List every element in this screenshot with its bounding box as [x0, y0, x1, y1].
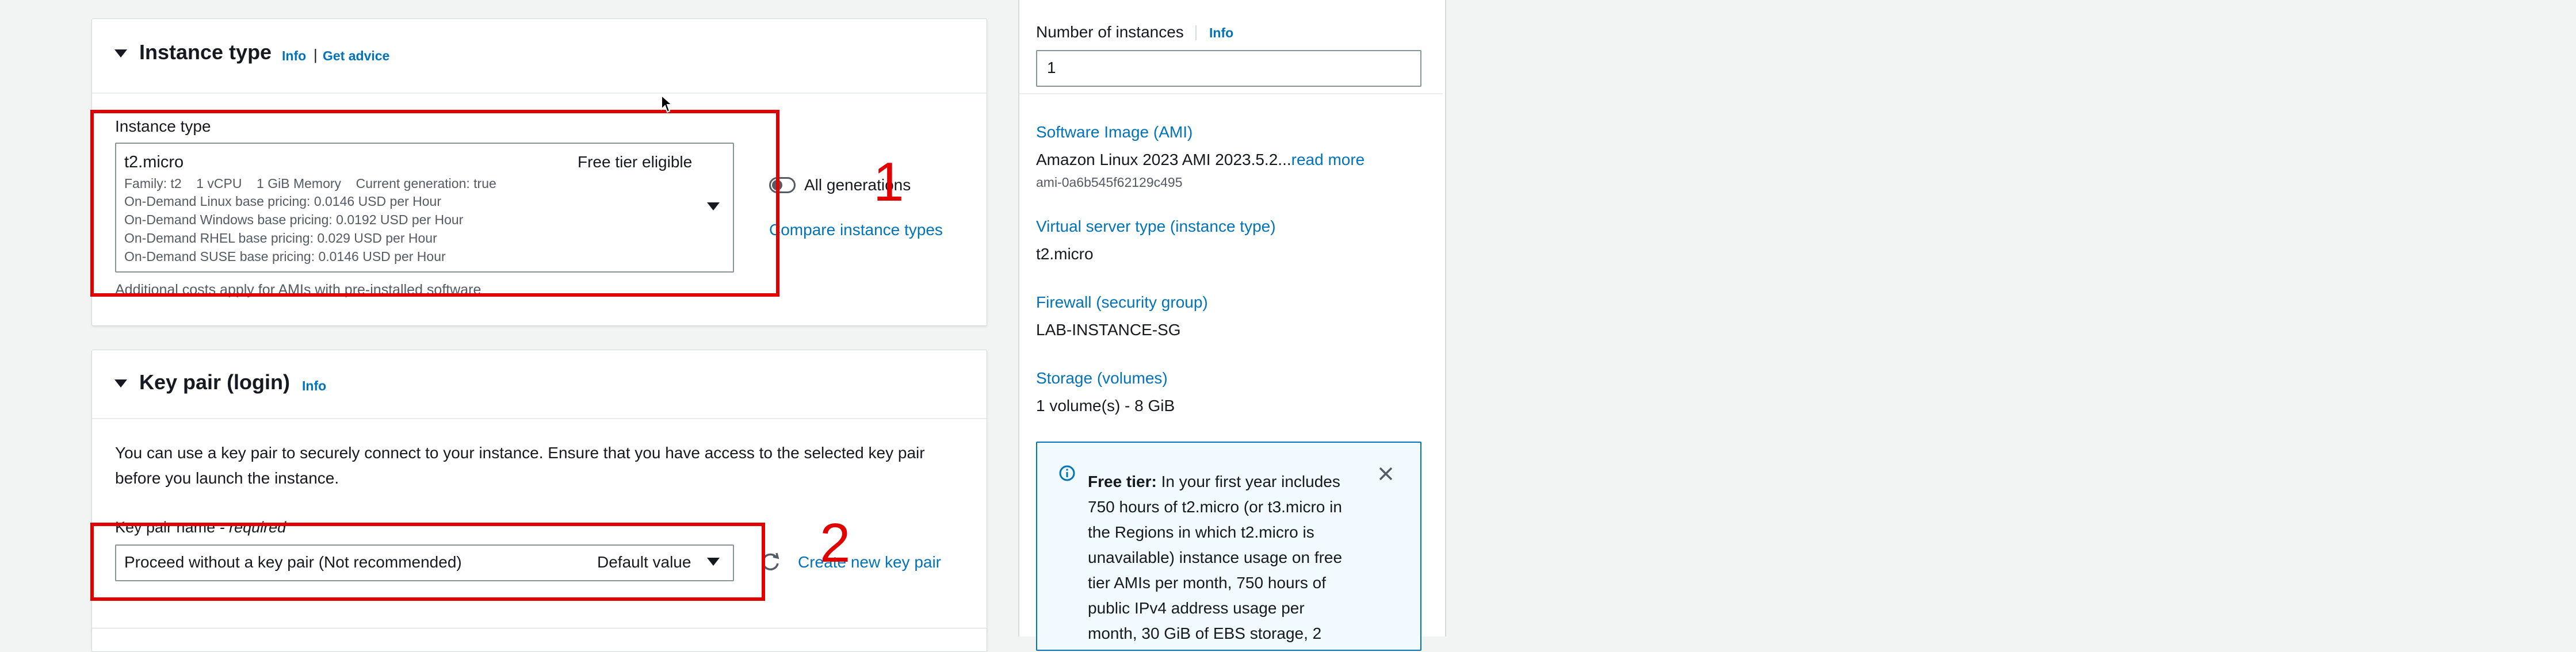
free-tier-line: public IPv4 address usage per — [1088, 599, 1305, 617]
key-pair-info-link[interactable]: Info — [302, 378, 326, 394]
ami-name: Amazon Linux 2023 AMI 2023.5.2... — [1036, 151, 1291, 168]
free-tier-line: the Regions in which t2.micro is — [1088, 523, 1314, 541]
next-section-panel — [91, 628, 987, 652]
info-circle-icon — [1059, 465, 1075, 481]
get-advice-link[interactable]: Get advice — [323, 48, 389, 64]
instance-type-info-link[interactable]: Info — [282, 48, 306, 64]
ami-id: ami-0a6b545f62129c495 — [1036, 175, 1183, 190]
server-type-summary-value: t2.micro — [1036, 245, 1094, 263]
key-pair-title: Key pair (login) — [139, 370, 291, 394]
instance-type-collapse-icon[interactable] — [114, 49, 127, 57]
firewall-summary-link[interactable]: Firewall (security group) — [1036, 293, 1208, 312]
free-tier-line: 750 hours of t2.micro (or t3.micro in — [1088, 498, 1342, 516]
ami-summary-link[interactable]: Software Image (AMI) — [1036, 123, 1193, 141]
panel-divider — [92, 418, 987, 419]
firewall-summary-value: LAB-INSTANCE-SG — [1036, 321, 1181, 339]
key-pair-description-1: You can use a key pair to securely conne… — [115, 444, 925, 462]
ami-read-more-link[interactable]: read more — [1291, 151, 1365, 168]
free-tier-line: tier AMIs per month, 750 hours of — [1088, 574, 1326, 592]
annotation-box-1 — [90, 110, 779, 297]
number-of-instances-value: 1 — [1047, 59, 1056, 76]
panel-divider — [92, 93, 987, 94]
number-of-instances-info-link[interactable]: Info — [1209, 25, 1233, 41]
key-pair-collapse-icon[interactable] — [114, 379, 127, 388]
annotation-marker-1: 1 — [873, 151, 904, 213]
number-of-instances-label: Number of instances — [1036, 23, 1184, 41]
free-tier-text: Free tier: In your first year includes 7… — [1088, 469, 1381, 646]
label-divider — [1195, 25, 1197, 40]
link-separator: | — [314, 46, 318, 63]
compare-instance-types-link[interactable]: Compare instance types — [769, 221, 943, 239]
free-tier-line: In your first year includes — [1161, 473, 1340, 490]
ami-summary-value: Amazon Linux 2023 AMI 2023.5.2...read mo… — [1036, 151, 1365, 169]
number-of-instances-input[interactable] — [1036, 50, 1421, 87]
sidebar-divider — [1019, 93, 1443, 94]
free-tier-line: unavailable) instance usage on free — [1088, 549, 1343, 566]
annotation-marker-2: 2 — [820, 512, 851, 574]
free-tier-bold: Free tier: — [1088, 473, 1157, 490]
mouse-cursor-icon — [661, 94, 674, 113]
storage-summary-value: 1 volume(s) - 8 GiB — [1036, 397, 1175, 415]
instance-type-title: Instance type — [139, 40, 272, 64]
annotation-box-2 — [90, 523, 765, 601]
storage-summary-link[interactable]: Storage (volumes) — [1036, 369, 1168, 388]
key-pair-description-2: before you launch the instance. — [115, 469, 339, 487]
server-type-summary-link[interactable]: Virtual server type (instance type) — [1036, 217, 1276, 236]
